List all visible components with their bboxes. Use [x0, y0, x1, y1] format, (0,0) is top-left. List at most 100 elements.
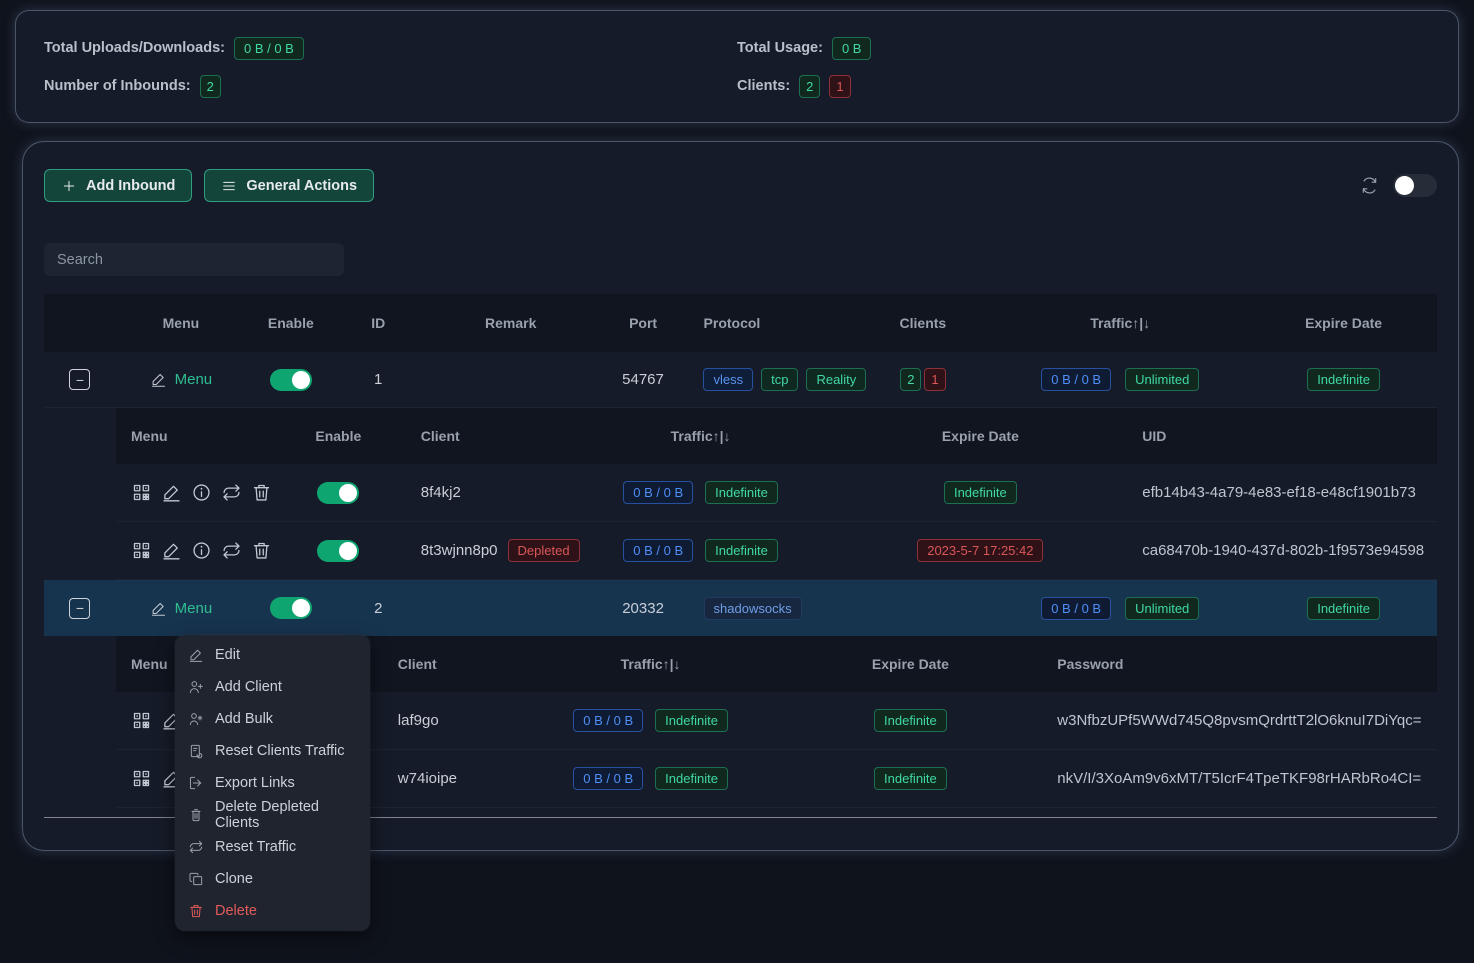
toolbar-right	[1360, 174, 1437, 197]
subheader-traffic-sort[interactable]: Traffic↑|↓	[581, 408, 821, 464]
subheader-traffic-sort[interactable]: Traffic↑|↓	[536, 636, 766, 692]
edit-pencil-icon[interactable]	[161, 482, 182, 503]
menu-item-label: Edit	[215, 647, 240, 663]
add-inbound-label: Add Inbound	[86, 178, 175, 194]
clients-subtable-1-header: Menu Enable Client Traffic↑|↓ Expire Dat…	[116, 408, 1437, 464]
inbound-id: 2	[336, 580, 421, 636]
traffic-badge: 0 B / 0 B	[573, 709, 643, 732]
inbound-enable-toggle[interactable]	[270, 597, 312, 619]
menu-item-label: Add Client	[215, 679, 282, 695]
depleted-badge: Depleted	[508, 539, 580, 562]
inbound-context-menu: Edit Add Client Add Bulk Reset Clients T…	[175, 635, 370, 931]
collapse-row-button[interactable]: −	[69, 369, 90, 390]
subheader-client: Client	[386, 636, 536, 692]
stat-number-of-inbounds: Number of Inbounds: 2	[44, 73, 737, 99]
clients-depleted-badge: 1	[924, 368, 945, 391]
client-row: 8f4kj2 0 B / 0 B Indefinite Indefinite e…	[116, 464, 1437, 522]
inbound-row-1: − Menu 1 54767 vless tcp Reality 2 1 0	[44, 352, 1437, 408]
traffic-badge: 0 B / 0 B	[573, 767, 643, 790]
delete-icon[interactable]	[251, 540, 272, 561]
inbound-traffic: 0 B / 0 B Unlimited	[990, 580, 1250, 636]
stat-total-uploads-downloads: Total Uploads/Downloads: 0 B / 0 B	[44, 35, 737, 61]
inbound-protocol-tags: shadowsocks	[686, 580, 856, 636]
menu-item-reset-traffic[interactable]: Reset Traffic	[175, 831, 370, 863]
menu-lines-icon	[221, 178, 237, 194]
inbound-menu-button[interactable]: Menu	[150, 371, 213, 388]
traffic-total-badge: Indefinite	[655, 709, 728, 732]
client-traffic: 0 B / 0 B Indefinite	[536, 692, 766, 749]
subheader-expire-date: Expire Date	[766, 636, 1056, 692]
menu-item-add-bulk[interactable]: Add Bulk	[175, 703, 370, 735]
client-password: w3NfbzUPf5WWd745Q8pvsmQrdrttT2lO6knuI7Di…	[1055, 692, 1437, 749]
inbound-port: 54767	[601, 352, 686, 407]
expire-badge: Indefinite	[874, 767, 947, 790]
menu-item-delete[interactable]: Delete	[175, 895, 370, 927]
menu-item-export-links[interactable]: Export Links	[175, 767, 370, 799]
client-password: nkV/I/3XoAm9v6xMT/T5IcrF4TpeTKF98rHARbRo…	[1055, 750, 1437, 807]
reset-traffic-icon	[188, 839, 204, 855]
client-enable-toggle[interactable]	[317, 540, 359, 562]
collapse-row-button[interactable]: −	[69, 598, 90, 619]
toggle-knob	[339, 542, 357, 560]
reset-traffic-icon[interactable]	[221, 540, 242, 561]
client-traffic: 0 B / 0 B Indefinite	[581, 464, 821, 521]
refresh-icon[interactable]	[1360, 176, 1379, 195]
inbound-protocol-tags: vless tcp Reality	[685, 352, 855, 407]
search-input[interactable]	[44, 243, 344, 276]
qr-code-icon[interactable]	[131, 768, 152, 789]
inbound-enable-toggle[interactable]	[270, 369, 312, 391]
menu-item-label: Clone	[215, 871, 253, 887]
qr-code-icon[interactable]	[131, 540, 152, 561]
stat-uploads-value-badge: 0 B / 0 B	[234, 37, 304, 60]
inbound-remark	[421, 580, 601, 636]
expire-date-badge: 2023-5-7 17:25:42	[917, 539, 1043, 562]
menu-item-edit[interactable]: Edit	[175, 639, 370, 671]
menu-item-clone[interactable]: Clone	[175, 863, 370, 895]
toggle-knob	[339, 484, 357, 502]
subheader-client: Client	[391, 408, 581, 464]
inbound-port: 20332	[601, 580, 686, 636]
theme-toggle[interactable]	[1393, 174, 1437, 197]
header-expire-date: Expire Date	[1250, 294, 1437, 352]
subheader-menu: Menu	[116, 408, 286, 464]
inbound-remark	[421, 352, 601, 407]
client-name: 8t3wjnn8p0	[421, 542, 498, 559]
clone-icon	[188, 871, 204, 887]
delete-icon[interactable]	[251, 482, 272, 503]
subheader-password: Password	[1055, 636, 1437, 692]
stat-clients-depleted-badge: 1	[829, 75, 850, 98]
client-name: laf9go	[386, 692, 536, 749]
general-actions-button[interactable]: General Actions	[204, 169, 374, 202]
client-name: 8f4kj2	[391, 464, 581, 521]
general-actions-label: General Actions	[246, 178, 357, 194]
qr-code-icon[interactable]	[131, 482, 152, 503]
inbound-menu-button[interactable]: Menu	[150, 600, 213, 617]
traffic-total-badge: Indefinite	[655, 767, 728, 790]
info-icon[interactable]	[191, 540, 212, 561]
inbound-clients-counts: 2 1	[855, 352, 990, 407]
reset-clients-traffic-icon	[188, 743, 204, 759]
edit-pencil-icon[interactable]	[161, 540, 182, 561]
reset-traffic-icon[interactable]	[221, 482, 242, 503]
menu-item-delete-depleted-clients[interactable]: Delete Depleted Clients	[175, 799, 370, 831]
add-inbound-button[interactable]: Add Inbound	[44, 169, 192, 202]
clients-subtable-1: Menu Enable Client Traffic↑|↓ Expire Dat…	[116, 408, 1437, 580]
client-enable-toggle[interactable]	[317, 482, 359, 504]
traffic-total-badge: Unlimited	[1125, 368, 1199, 391]
menu-item-add-client[interactable]: Add Client	[175, 671, 370, 703]
subheader-expire-date: Expire Date	[820, 408, 1140, 464]
info-icon[interactable]	[191, 482, 212, 503]
menu-item-reset-clients-traffic[interactable]: Reset Clients Traffic	[175, 735, 370, 767]
stats-panel: Total Uploads/Downloads: 0 B / 0 B Total…	[15, 10, 1459, 123]
qr-code-icon[interactable]	[131, 710, 152, 731]
toggle-knob	[292, 371, 310, 389]
header-traffic-sort[interactable]: Traffic↑|↓	[990, 294, 1250, 352]
inbound-traffic: 0 B / 0 B Unlimited	[990, 352, 1250, 407]
add-bulk-users-icon	[188, 711, 204, 727]
client-traffic: 0 B / 0 B Indefinite	[581, 522, 821, 579]
traffic-total-badge: Indefinite	[705, 481, 778, 504]
client-expire: Indefinite	[766, 750, 1056, 807]
stat-uploads-label: Total Uploads/Downloads:	[44, 40, 225, 56]
stat-usage-value-badge: 0 B	[832, 37, 872, 60]
traffic-badge: 0 B / 0 B	[623, 481, 693, 504]
